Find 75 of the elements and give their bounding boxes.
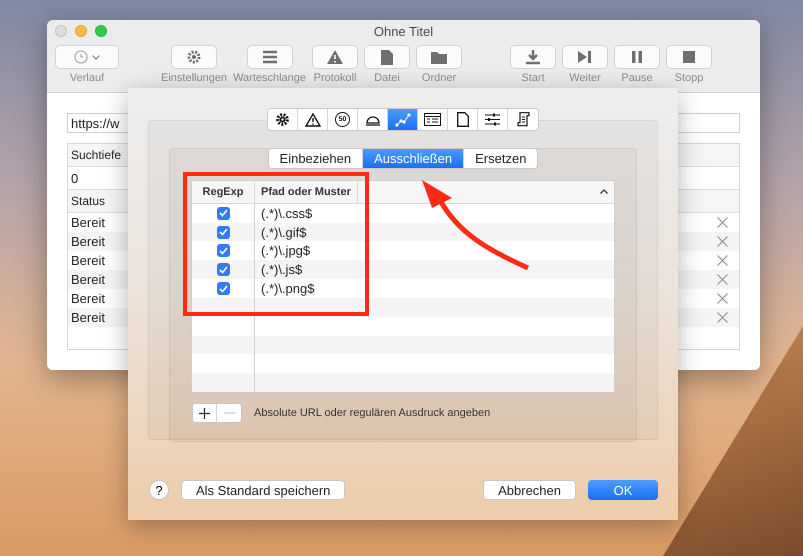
toolbar-button[interactable] [171,45,218,69]
toolbar-label: Protokoll [314,72,356,84]
ok-button[interactable]: OK [588,480,658,500]
checkbox[interactable] [216,244,230,258]
toolbar-label: Ordner [422,72,456,84]
settings-icon [186,49,202,65]
toolbar-button[interactable] [614,45,660,69]
toolbar-label: Datei [374,72,400,84]
folder-icon [430,50,448,64]
warning-icon [327,50,344,64]
table-cell-text: (.*)\.gif$ [260,224,307,242]
close-icon[interactable] [717,255,728,266]
toolbar-button[interactable] [416,45,462,69]
column-header[interactable]: Pfad oder Muster [255,181,358,203]
close-icon[interactable] [717,236,728,247]
table-cell: Bereit [71,253,105,268]
checkbox[interactable] [216,226,230,239]
toolbar-button[interactable] [364,45,410,69]
toolbar-button[interactable] [510,45,556,69]
toolbar-button[interactable] [246,45,293,69]
toolbar-button[interactable] [666,45,712,69]
clock-icon [74,50,88,64]
toolbar-label: Verlauf [70,72,104,84]
chevron-down-icon [92,54,100,60]
close-icon[interactable] [717,312,728,323]
toolbar-label: Stopp [674,72,704,84]
toolbar-label: Warteschlange [233,72,306,84]
scroll-icon [516,112,530,127]
gear-icon [275,112,290,127]
add-button[interactable] [193,404,217,422]
column-header[interactable]: RegExp [192,181,255,203]
checkbox[interactable] [216,263,230,276]
help-button[interactable]: ? [149,480,169,500]
checkbox[interactable] [216,282,230,296]
stop-icon [683,51,696,63]
table-cell: Bereit [71,272,105,287]
table-cell-text: (.*)\.js$ [260,261,302,280]
close-icon[interactable] [717,274,728,285]
segment-tab[interactable]: Ausschließen [363,149,464,168]
checkbox[interactable] [216,206,230,220]
form-icon [424,113,441,126]
toolbar-button[interactable] [312,45,358,69]
dialog-button[interactable]: Als Standard speichern [181,480,346,500]
table-cell: Bereit [71,291,105,306]
close-icon[interactable] [717,293,728,304]
table-cell-text: (.*)\.png$ [260,280,314,298]
table-cell: Bereit [71,234,105,249]
window-title: Ohne Titel [374,24,434,38]
pause-icon [631,51,644,63]
skip-icon [578,51,592,63]
minus-icon [224,412,234,414]
nodes-icon [394,112,410,126]
sliders-icon [485,113,500,126]
toolbar-button[interactable] [55,45,119,69]
toolbar-label: Pause [621,72,653,84]
download-icon [525,49,542,65]
toolbar-label: Weiter [569,72,601,84]
table-cell-text: (.*)\.jpg$ [260,242,310,260]
warning-icon [304,112,320,126]
plus-icon [199,408,210,418]
segment-tab[interactable]: Einbeziehen [268,149,364,168]
toolbar-label: Einstellungen [161,72,228,84]
toolbar-label: Start [521,72,545,84]
dialog-button[interactable]: Abbrechen [483,480,576,500]
sort-caret-icon[interactable] [600,189,608,194]
document-icon [381,50,394,64]
close-icon[interactable] [717,217,728,228]
table-cell: Bereit [71,215,105,230]
hint-text: Absolute URL oder regulären Ausdruck angeben [254,407,490,419]
list-icon [262,50,278,64]
document-icon [456,112,468,127]
bell-icon [364,114,380,126]
icon-tab[interactable] [268,109,298,130]
table-cell: Bereit [71,310,105,325]
toolbar-button[interactable] [562,45,608,69]
